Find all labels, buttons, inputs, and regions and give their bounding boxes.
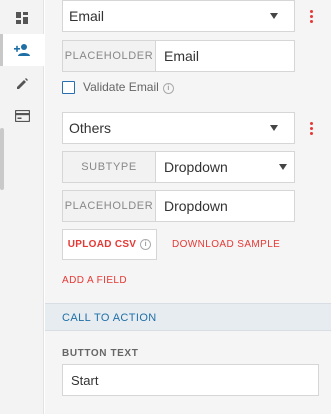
more-options-icon[interactable] (310, 10, 314, 25)
subtype-field: SUBTYPE Dropdown (62, 151, 295, 183)
left-sidebar (0, 0, 45, 414)
button-text-label: BUTTON TEXT (62, 348, 139, 359)
field-type-select-others[interactable]: Others (62, 112, 295, 144)
cta-section-title: CALL TO ACTION (62, 312, 157, 324)
placeholder-field-email: PLACEHOLDER Email (62, 40, 295, 72)
upload-csv-button[interactable]: UPLOAD CSV i (62, 229, 157, 260)
info-icon[interactable]: i (162, 83, 174, 94)
add-user-icon (14, 44, 30, 56)
chevron-down-icon (279, 164, 287, 170)
sidebar-item-edit[interactable] (0, 68, 44, 100)
field-type-value: Others (69, 120, 112, 136)
more-options-icon[interactable] (310, 122, 314, 137)
field-type-select-email[interactable]: Email (62, 0, 295, 32)
placeholder-field-others: PLACEHOLDER Dropdown (62, 190, 295, 222)
validate-email-label: Validate Email i (83, 80, 174, 94)
form-fields-panel: Email PLACEHOLDER Email Validate Email i … (45, 0, 331, 414)
dashboard-icon (16, 12, 28, 24)
cta-section-header[interactable]: CALL TO ACTION (45, 303, 331, 331)
placeholder-label: PLACEHOLDER (63, 41, 156, 71)
placeholder-input[interactable]: Email (156, 41, 294, 71)
validate-email-text: Validate Email (83, 80, 159, 94)
sidebar-item-users[interactable] (0, 34, 45, 66)
upload-csv-label: UPLOAD CSV (67, 239, 137, 250)
sidebar-scrollbar[interactable] (0, 128, 4, 190)
sidebar-item-layout[interactable] (0, 2, 44, 34)
chevron-down-icon (270, 125, 278, 131)
card-icon (14, 110, 30, 122)
pencil-icon (17, 78, 28, 89)
chevron-down-icon (270, 13, 278, 19)
info-icon[interactable]: i (140, 239, 152, 250)
subtype-label: SUBTYPE (63, 152, 156, 182)
sidebar-item-payment[interactable] (0, 100, 44, 132)
validate-email-checkbox[interactable] (62, 81, 75, 94)
add-field-link[interactable]: ADD A FIELD (62, 275, 127, 286)
placeholder-label: PLACEHOLDER (63, 191, 156, 221)
field-type-value: Email (69, 8, 105, 24)
subtype-value: Dropdown (164, 159, 228, 175)
subtype-select[interactable]: Dropdown (156, 152, 294, 182)
placeholder-input[interactable]: Dropdown (156, 191, 294, 221)
download-sample-link[interactable]: DOWNLOAD SAMPLE (172, 239, 280, 250)
button-text-input[interactable]: Start (62, 364, 319, 396)
